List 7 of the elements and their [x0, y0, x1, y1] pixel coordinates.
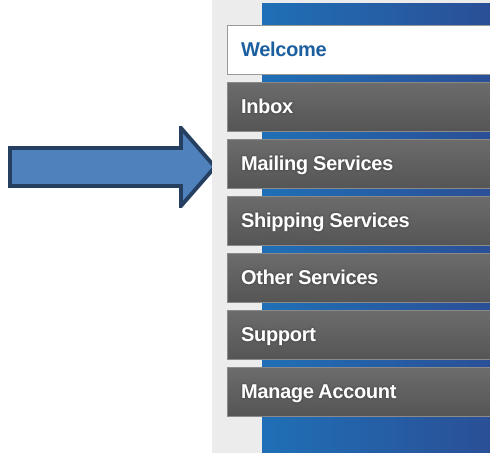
menu-item[interactable]: Support	[227, 310, 490, 360]
menu-item[interactable]: Welcome	[227, 25, 490, 75]
menu-item[interactable]: Inbox	[227, 82, 490, 132]
menu-item[interactable]: Manage Account	[227, 367, 490, 417]
menu-item[interactable]: Mailing Services	[227, 139, 490, 189]
menu-item[interactable]: Other Services	[227, 253, 490, 303]
menu-item[interactable]: Shipping Services	[227, 196, 490, 246]
